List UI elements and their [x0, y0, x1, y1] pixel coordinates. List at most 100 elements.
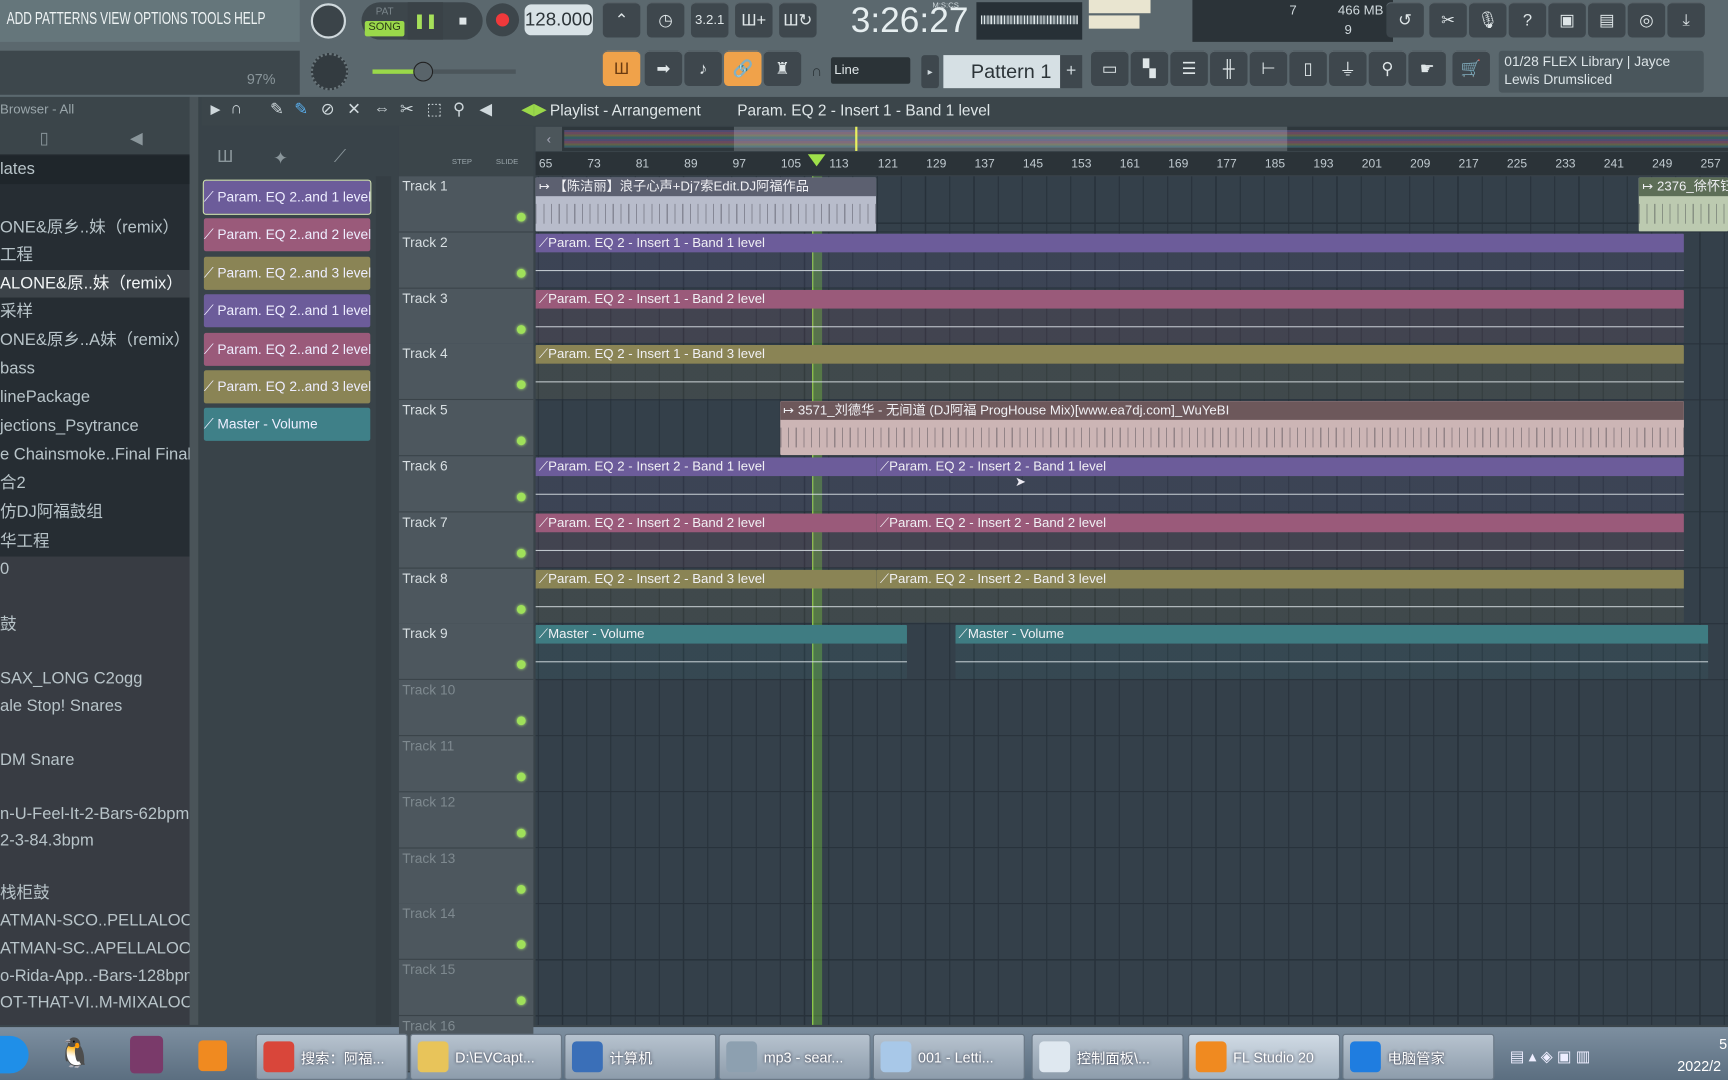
track-mute-led[interactable]: [516, 492, 526, 502]
clip-auto[interactable]: ⟋Param. EQ 2 - Insert 2 - Band 1 level: [535, 457, 877, 512]
clip-header[interactable]: ⟋Param. EQ 2 - Insert 2 - Band 1 level: [876, 457, 1685, 477]
clip-auto[interactable]: ⟋Param. EQ 2 - Insert 2 - Band 1 level: [876, 457, 1685, 512]
scroll-left-button[interactable]: ‹: [535, 126, 563, 151]
mixer-icon[interactable]: ╫: [1210, 50, 1248, 86]
clip-header[interactable]: ⟋Param. EQ 2 - Insert 2 - Band 3 level: [535, 569, 877, 589]
track-header[interactable]: Track 1: [398, 176, 534, 233]
track-mute-led[interactable]: [516, 212, 526, 222]
browser-item[interactable]: 栈柜鼓: [0, 879, 190, 907]
playlist-icon[interactable]: ▭: [1091, 50, 1129, 86]
playlist-menu-arrow[interactable]: ▶: [210, 101, 220, 116]
taskbar-item[interactable]: 控制面板\...: [1031, 1033, 1184, 1080]
clip-auto[interactable]: ⟋Param. EQ 2 - Insert 1 - Band 2 level: [535, 289, 1685, 344]
slide-button[interactable]: ♪: [684, 50, 722, 86]
taskbar-item[interactable]: 计算机: [564, 1033, 717, 1080]
track-mute-led[interactable]: [516, 996, 526, 1006]
wait-input-button[interactable]: ◷: [646, 2, 685, 38]
clip-header[interactable]: ⟋Param. EQ 2 - Insert 1 - Band 1 level: [535, 233, 1685, 253]
add-pattern-button[interactable]: +: [1060, 55, 1083, 89]
track-mute-led[interactable]: [516, 268, 526, 278]
menu-patterns[interactable]: PATTERNS: [35, 10, 97, 29]
browser-item[interactable]: o-Rida-App..-Bars-128bpm(1): [0, 962, 190, 990]
slip-icon[interactable]: ⇔: [374, 99, 391, 118]
clip-header[interactable]: ⟋Param. EQ 2 - Insert 1 - Band 2 level: [535, 289, 1685, 309]
zoom-icon[interactable]: ⚲: [453, 99, 465, 119]
playback-icon[interactable]: ◀: [479, 99, 492, 119]
picker-item[interactable]: ⟋ Param. EQ 2..and 1 level: [203, 294, 371, 328]
automation-curve[interactable]: [876, 549, 1685, 551]
slider-handle[interactable]: [413, 61, 434, 82]
step-edit-button[interactable]: ➡: [644, 50, 683, 86]
files-icon[interactable]: ▯: [40, 128, 49, 148]
browser-item[interactable]: ALONE&原..妹（remix）: [0, 269, 190, 298]
track-mute-led[interactable]: [516, 940, 526, 950]
clip-auto[interactable]: ⟋Param. EQ 2 - Insert 2 - Band 3 level: [535, 569, 877, 624]
clip-auto[interactable]: ⟋Param. EQ 2 - Insert 2 - Band 2 level: [535, 513, 877, 568]
browser-item[interactable]: n-U-Feel-It-2-Bars-62bpm: [0, 800, 190, 828]
master-pitch-knob[interactable]: [310, 52, 349, 91]
qq-icon[interactable]: 🐧: [57, 1036, 94, 1073]
picker-item[interactable]: ⟋ Param. EQ 2..and 3 level: [203, 370, 371, 404]
playhead-marker[interactable]: [807, 154, 825, 167]
track-header[interactable]: Track 12: [398, 792, 534, 849]
tray-icons[interactable]: ▤ ▴ ◈ ▣ ▥: [1510, 1047, 1591, 1066]
clip-header[interactable]: ↦ 【陈洁丽】浪子心声+Dj7索Edit.DJ阿福作品: [535, 177, 877, 197]
clip-header[interactable]: ⟋Param. EQ 2 - Insert 1 - Band 3 level: [535, 345, 1685, 365]
menu-tools[interactable]: TOOLS: [191, 10, 231, 29]
automation-curve[interactable]: [876, 605, 1685, 607]
track-mute-led[interactable]: [516, 660, 526, 670]
automation-curve[interactable]: [535, 325, 1685, 327]
browser-item[interactable]: OT-THAT-VI..M-MIXALOOP.COM: [0, 989, 190, 1017]
track-header[interactable]: Track 10: [398, 680, 534, 737]
track-mute-led[interactable]: [516, 772, 526, 782]
download-icon[interactable]: ⤓: [1667, 2, 1705, 38]
browser-item[interactable]: jections_Psytrance: [0, 412, 190, 440]
blend-notes-button[interactable]: Ш+: [735, 2, 773, 38]
menu-options[interactable]: OPTIONS: [134, 10, 188, 29]
browser-item[interactable]: lates: [0, 155, 190, 185]
master-volume-slider[interactable]: [372, 61, 516, 82]
plugin-database-icon[interactable]: ◀: [130, 128, 143, 148]
picker-item[interactable]: ⟋ Param. EQ 2..and 2 level: [203, 218, 371, 252]
browser-title[interactable]: Browser - All: [0, 101, 74, 116]
metronome-button[interactable]: ⌃: [602, 2, 641, 38]
clip-auto[interactable]: ⟋Param. EQ 2 - Insert 1 - Band 3 level: [535, 345, 1685, 400]
automation-filter-icon[interactable]: ⟋: [334, 148, 346, 168]
track-header[interactable]: Track 14: [398, 904, 534, 961]
picker-item[interactable]: ⟋ Param. EQ 2..and 2 level: [203, 332, 371, 366]
slide-label[interactable]: SLIDE: [496, 159, 518, 167]
taskbar-item[interactable]: FL Studio 20: [1187, 1033, 1341, 1080]
piano-roll-filter-icon[interactable]: Ш: [217, 148, 233, 168]
help-icon[interactable]: ?: [1508, 2, 1547, 38]
track-header[interactable]: Track 3: [398, 288, 534, 345]
browser-item[interactable]: ale Stop! Snares: [0, 692, 190, 720]
track-header[interactable]: Track 2: [398, 232, 534, 289]
track-header[interactable]: Track 13: [398, 848, 534, 905]
pat-mode[interactable]: PAT: [365, 6, 405, 21]
browser-item[interactable]: 0: [0, 555, 190, 583]
mute-icon[interactable]: ✕: [347, 99, 361, 119]
pencil-icon[interactable]: ✎: [270, 99, 284, 119]
clip-auto[interactable]: ⟋Param. EQ 2 - Insert 1 - Band 1 level: [535, 233, 1685, 288]
game-icon[interactable]: [130, 1035, 164, 1074]
stop-button[interactable]: ■: [445, 2, 480, 39]
automation-curve[interactable]: [535, 549, 877, 551]
automation-curve[interactable]: [535, 605, 877, 607]
browser-item[interactable]: ONE&原乡..A妹（remix）: [0, 326, 190, 354]
browser-item[interactable]: linePackage: [0, 384, 190, 412]
pattern-prev-button[interactable]: ▸: [921, 55, 939, 89]
clip-header[interactable]: ⟋Param. EQ 2 - Insert 2 - Band 1 level: [535, 457, 877, 477]
link-icon[interactable]: 🔗: [724, 50, 762, 86]
taskbar-item[interactable]: D:\EVCapt...: [409, 1033, 563, 1080]
browser-item[interactable]: 华工程: [0, 528, 190, 556]
browser-item[interactable]: SAX_LONG C2ogg: [0, 665, 190, 693]
clip-header[interactable]: ⟋Param. EQ 2 - Insert 2 - Band 2 level: [535, 513, 877, 533]
track-header[interactable]: Track 11: [398, 736, 534, 793]
automation-curve[interactable]: [535, 661, 907, 663]
browser-item[interactable]: DM Snare: [0, 746, 190, 774]
track-mute-led[interactable]: [516, 828, 526, 838]
clip-header[interactable]: ⟋Master - Volume: [955, 625, 1709, 645]
clip-auto[interactable]: ⟋Param. EQ 2 - Insert 2 - Band 3 level: [876, 569, 1685, 624]
track-mute-led[interactable]: [516, 324, 526, 334]
automation-curve[interactable]: [535, 381, 1685, 383]
